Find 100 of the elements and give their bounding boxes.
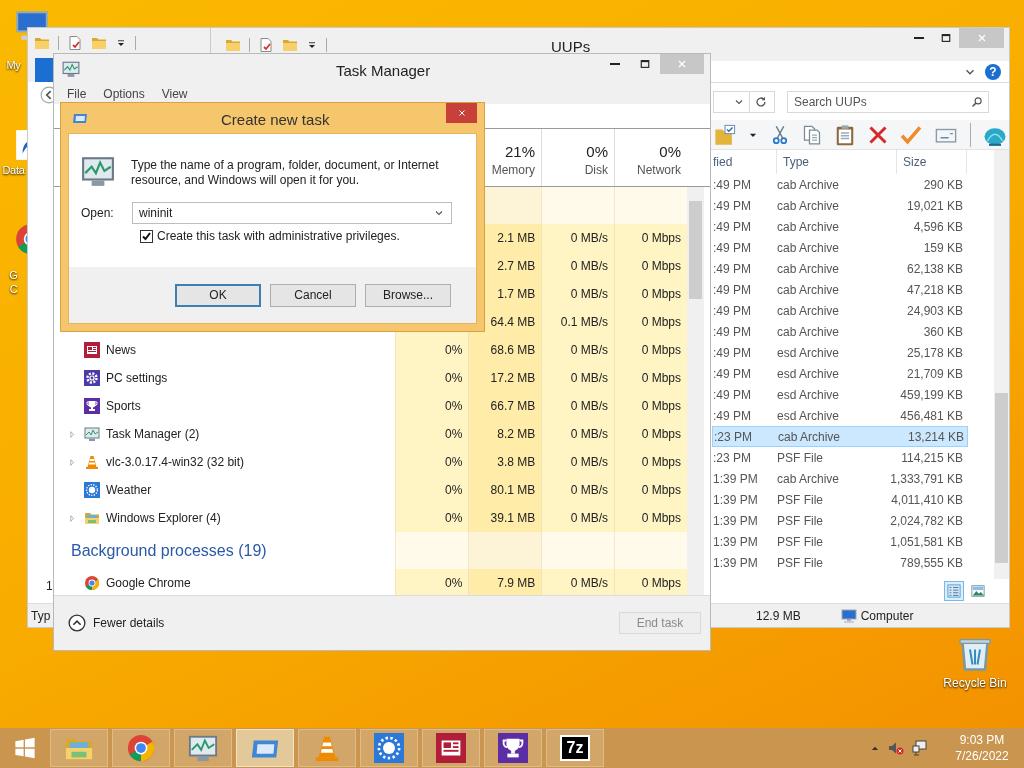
checkbox[interactable] bbox=[140, 229, 153, 243]
process-name[interactable]: PC settings bbox=[106, 369, 168, 387]
table-cell-text: :49 PM bbox=[713, 344, 752, 362]
customize-arrow-icon bbox=[115, 37, 127, 49]
table-cell: 0 MB/s bbox=[541, 364, 615, 392]
table-cell-text: :23 PM bbox=[714, 428, 753, 446]
expand-arrow-icon[interactable] bbox=[68, 429, 77, 439]
traffic-cone-icon bbox=[84, 454, 100, 470]
table-cell-text: esd Archive bbox=[777, 365, 841, 383]
table-cell: 0 Mbps bbox=[614, 364, 687, 392]
fewer-details-button[interactable]: Fewer details bbox=[68, 614, 165, 632]
taskbar-button[interactable] bbox=[422, 729, 480, 767]
table-cell-text: cab Archive bbox=[777, 323, 841, 341]
table-cell: 0 Mbps bbox=[614, 504, 687, 532]
process-name[interactable]: Google Chrome bbox=[106, 574, 191, 592]
process-name[interactable]: News bbox=[106, 341, 136, 359]
menu-item[interactable]: File bbox=[67, 84, 87, 103]
table-cell-text: cab Archive bbox=[777, 302, 841, 320]
scrollbar[interactable] bbox=[687, 187, 704, 597]
document-check-icon bbox=[258, 36, 274, 53]
dialog-button[interactable]: Browse... bbox=[365, 283, 451, 307]
dialog-button[interactable]: OK bbox=[175, 283, 261, 307]
news-icon bbox=[436, 733, 466, 763]
table-cell-text: cab Archive bbox=[777, 197, 841, 215]
taskbar-button[interactable]: 7z bbox=[546, 729, 604, 767]
column-header[interactable]: Disk bbox=[584, 161, 608, 179]
taskbar-button[interactable] bbox=[360, 729, 418, 767]
column-header[interactable]: Network bbox=[637, 161, 681, 179]
menu-item[interactable]: View bbox=[161, 84, 188, 103]
dialog-title: Create new task bbox=[221, 110, 330, 130]
dialog-button[interactable]: Cancel bbox=[270, 283, 356, 307]
open-combobox[interactable]: wininit bbox=[132, 202, 452, 224]
process-name[interactable]: vlc-3.0.17.4-win32 (32 bit) bbox=[106, 453, 245, 471]
table-cell-text: cab Archive bbox=[777, 176, 841, 194]
table-cell-text: cab Archive bbox=[777, 281, 841, 299]
table-cell-text: :49 PM bbox=[713, 176, 752, 194]
checkbox-label[interactable]: Create this task with administrative privileges. bbox=[157, 227, 400, 245]
menu-item[interactable]: Options bbox=[103, 84, 145, 103]
muted-speaker-icon bbox=[888, 740, 904, 756]
table-cell-text: :49 PM bbox=[713, 302, 752, 320]
sun-icon bbox=[374, 733, 404, 763]
column-header[interactable]: Memory bbox=[491, 161, 535, 179]
folder-icon bbox=[34, 35, 50, 51]
monitor-graph-icon bbox=[188, 733, 218, 763]
table-cell-text: 4,596 KB bbox=[912, 218, 963, 236]
table-cell-text: PSF File bbox=[777, 449, 824, 467]
status-text: 12.9 MB bbox=[756, 607, 801, 625]
details-view-button[interactable] bbox=[944, 581, 964, 601]
chrome-circle-icon bbox=[126, 733, 156, 763]
process-name[interactable]: Sports bbox=[106, 397, 141, 415]
table-cell-text: 13,214 KB bbox=[906, 428, 964, 446]
group-heading: Background processes (19) bbox=[71, 540, 267, 561]
table-cell-text: :49 PM bbox=[713, 407, 752, 425]
table-cell-text: :49 PM bbox=[713, 218, 752, 236]
table-cell: 0 MB/s bbox=[541, 448, 615, 476]
table-cell-text: :49 PM bbox=[713, 260, 752, 278]
taskbar-button[interactable] bbox=[484, 729, 542, 767]
process-name[interactable]: Windows Explorer (4) bbox=[106, 509, 221, 527]
table-cell-text: 459,199 KB bbox=[899, 386, 963, 404]
folder-icon bbox=[84, 510, 100, 526]
column-percent: 21% bbox=[504, 143, 535, 161]
column-header[interactable]: Type bbox=[777, 150, 897, 174]
refresh-icon bbox=[754, 94, 768, 109]
computer-icon bbox=[840, 607, 857, 624]
expand-arrow-icon[interactable] bbox=[68, 513, 77, 523]
table-cell: 68.6 MB bbox=[468, 336, 542, 364]
monitor-graph-icon bbox=[81, 154, 115, 188]
windows-logo-icon bbox=[14, 737, 36, 759]
address-bar[interactable] bbox=[713, 90, 775, 113]
search-field[interactable]: Search UUPs bbox=[787, 90, 989, 113]
checkmark-icon bbox=[900, 123, 922, 146]
table-cell: 0 MB/s bbox=[541, 392, 615, 420]
scrollbar[interactable] bbox=[994, 150, 1009, 579]
table-cell: 39.1 MB bbox=[468, 504, 542, 532]
table-cell: 0 Mbps bbox=[614, 308, 687, 336]
table-cell-text: 159 KB bbox=[922, 239, 963, 257]
table-cell-text: 789,555 KB bbox=[899, 554, 963, 572]
maximize-icon bbox=[639, 58, 651, 70]
expand-arrow-icon[interactable] bbox=[68, 457, 77, 467]
column-header[interactable]: Size bbox=[897, 150, 967, 174]
gear-icon bbox=[84, 370, 100, 386]
table-cell: 0% bbox=[395, 476, 469, 504]
selected-row[interactable]: :23 PM cab Archive 13,214 KB bbox=[712, 426, 968, 447]
table-cell: 0 MB/s bbox=[541, 252, 615, 280]
status-text: Typ bbox=[31, 607, 51, 625]
process-name[interactable]: Task Manager (2) bbox=[106, 425, 200, 443]
table-cell-text: PSF File bbox=[777, 533, 824, 551]
column-percent: 0% bbox=[586, 143, 608, 161]
table-cell-text: 19,021 KB bbox=[905, 197, 963, 215]
help-button[interactable]: ? bbox=[985, 63, 1001, 80]
process-name[interactable]: Weather bbox=[106, 481, 152, 499]
table-cell-text: 25,178 KB bbox=[905, 344, 963, 362]
table-cell: 0% bbox=[395, 420, 469, 448]
news-icon bbox=[84, 342, 100, 358]
table-cell-text: 2,024,782 KB bbox=[889, 512, 963, 530]
window-title: UUPs bbox=[551, 37, 591, 57]
table-cell-text: cab Archive bbox=[777, 218, 841, 236]
search-icon bbox=[971, 95, 983, 108]
table-cell-text: 1:39 PM bbox=[713, 533, 759, 551]
table-cell: 0 Mbps bbox=[614, 569, 687, 597]
